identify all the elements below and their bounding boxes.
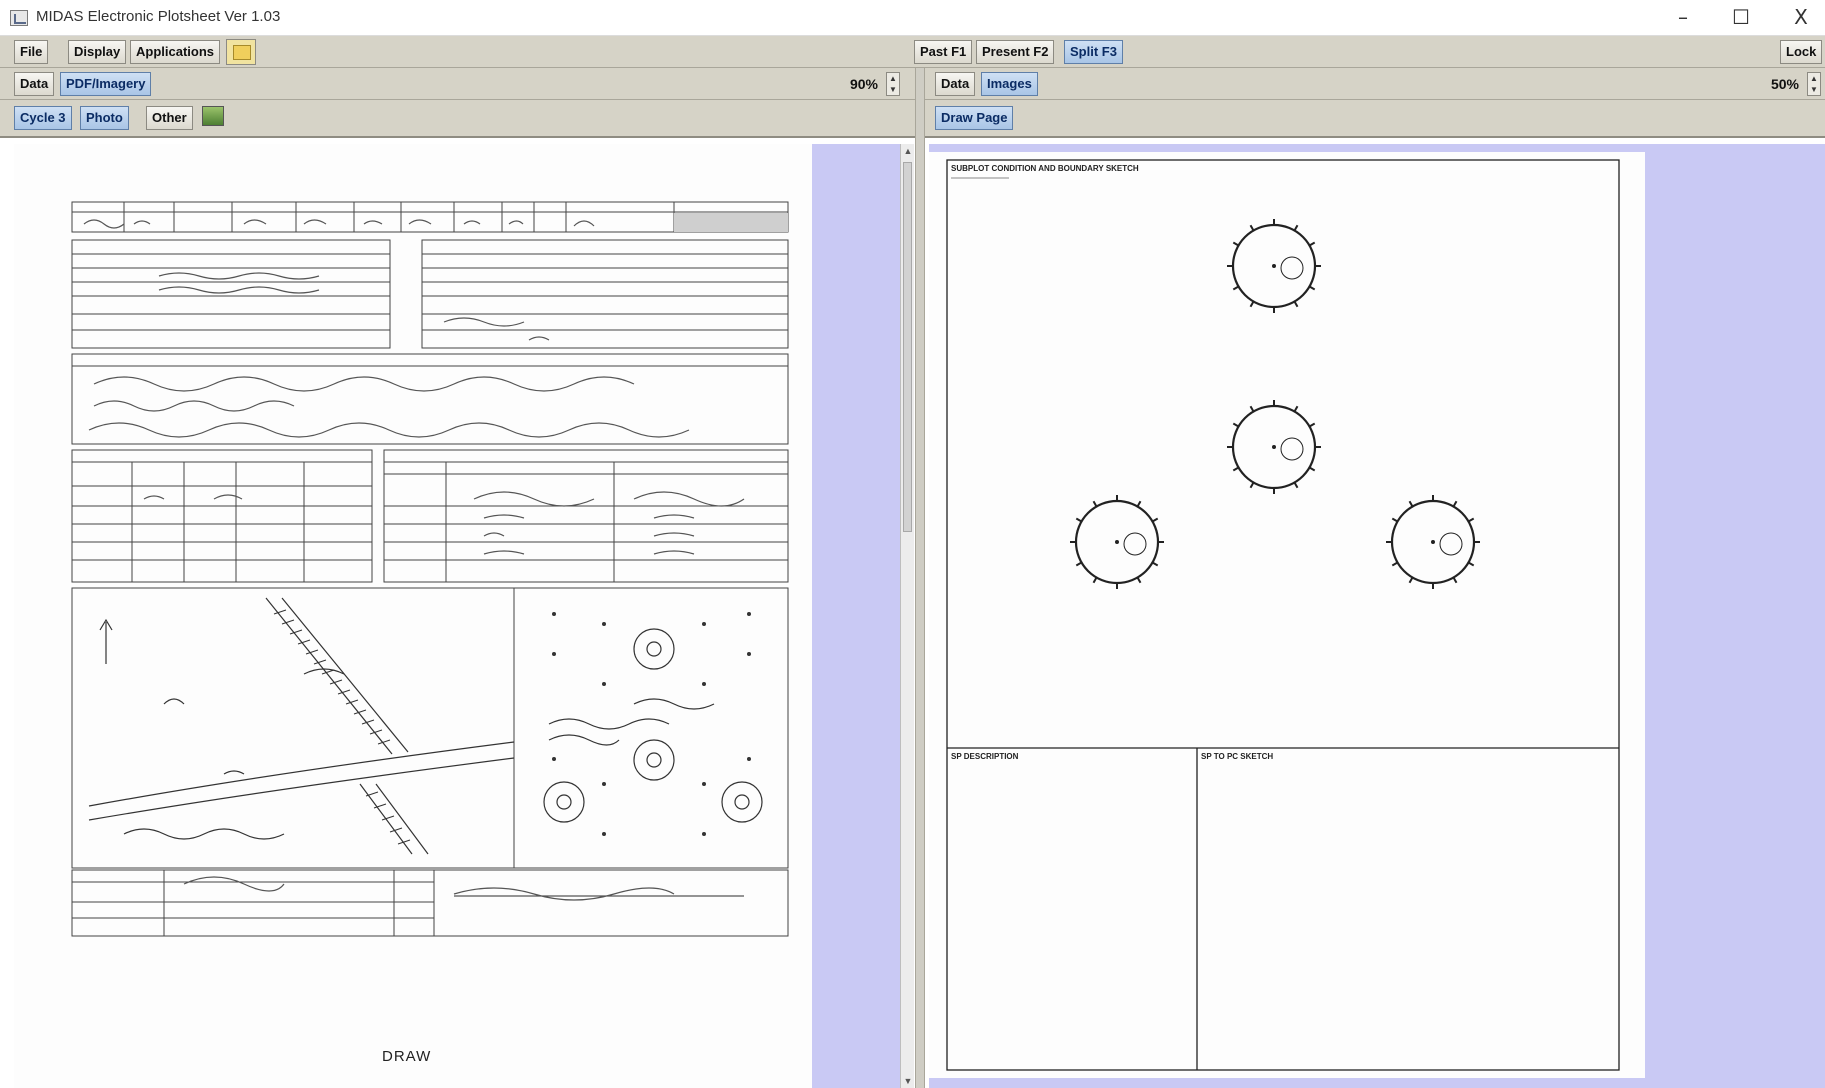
right-subtab-bar: Draw Page (925, 100, 1825, 138)
pdf-viewport[interactable]: DRAW (14, 144, 900, 1088)
subplot-tick (1152, 517, 1159, 523)
subplot-tick (1452, 500, 1458, 507)
scroll-down-arrow-icon[interactable]: ▼ (901, 1074, 915, 1088)
applications-menu[interactable]: Applications (130, 40, 221, 64)
minimize-button[interactable]: – (1660, 2, 1706, 32)
scanned-plotsheet: DRAW (14, 144, 812, 1088)
subplot-tick (1468, 517, 1475, 523)
sp-to-pc-sketch-label: SP TO PC SKETCH (1201, 752, 1274, 761)
present-f2-button[interactable]: Present F2 (976, 40, 1055, 64)
scroll-up-arrow-icon[interactable]: ▲ (901, 144, 915, 158)
tab-other[interactable]: Other (146, 106, 193, 130)
subplot-tick (1309, 422, 1316, 428)
right-tab-bar: Data Images 50% ▲ ▼ (925, 68, 1825, 100)
subplot-tick (1293, 224, 1299, 231)
subplot-tick (1075, 517, 1082, 523)
split-f3-button[interactable]: Split F3 (1064, 40, 1123, 64)
subplot-tick (1232, 285, 1239, 291)
subplot-tick (1232, 241, 1239, 247)
tab-cycle-3[interactable]: Cycle 3 (14, 106, 72, 130)
window-title: MIDAS Electronic Plotsheet Ver 1.03 (36, 8, 281, 25)
tab-photo[interactable]: Photo (80, 106, 129, 130)
split-divider[interactable] (915, 68, 925, 1088)
subplot-center-point (1431, 540, 1435, 544)
display-menu[interactable]: Display (68, 40, 127, 64)
microplot-circle (1123, 532, 1147, 556)
subplot-tick (1249, 405, 1255, 412)
subplot-center-point (1115, 540, 1119, 544)
zoom-spinner[interactable]: ▲ ▼ (886, 72, 900, 96)
left-vertical-scrollbar[interactable]: ▲ ▼ (900, 144, 914, 1088)
subplot-tick (1391, 517, 1398, 523)
subplot-tick (1075, 561, 1082, 567)
zoom-level-right[interactable]: 50% (1747, 73, 1803, 95)
subplot-tick (1092, 500, 1098, 507)
subplot-tick (1249, 224, 1255, 231)
left-tab-bar: Data PDF/Imagery 90% ▲ ▼ (0, 68, 915, 100)
lock-button[interactable]: Lock (1780, 40, 1823, 64)
subplot-tick (1309, 285, 1316, 291)
sheet-title: SUBPLOT CONDITION AND BOUNDARY SKETCH (951, 164, 1139, 173)
zoom-level[interactable]: 90% (826, 73, 882, 95)
subplot-tick (1249, 482, 1255, 489)
subplot-tick (1152, 561, 1159, 567)
tab-data[interactable]: Data (14, 72, 55, 96)
subplot-tick (1309, 241, 1316, 247)
subplot-tick (1468, 561, 1475, 567)
app-icon (10, 10, 28, 26)
file-menu[interactable]: File (14, 40, 49, 64)
scroll-thumb[interactable] (903, 162, 912, 532)
subplot-tick (1293, 482, 1299, 489)
subplot-center-point (1272, 445, 1276, 449)
zoom-spinner-right[interactable]: ▲ ▼ (1807, 72, 1821, 96)
subplot-tick (1293, 301, 1299, 308)
folder-icon[interactable] (226, 39, 256, 65)
subplot-tick (1136, 500, 1142, 507)
plotsheet-drawing (71, 201, 789, 937)
subplot-tick (1391, 561, 1398, 567)
menu-bar: File Display Applications Past F1 Presen… (0, 36, 1825, 68)
tab-data-right[interactable]: Data (935, 72, 976, 96)
microplot-circle (1280, 437, 1304, 461)
subplot-tick (1249, 301, 1255, 308)
microplot-circle (1439, 532, 1463, 556)
tab-draw-page[interactable]: Draw Page (935, 106, 1014, 130)
subplot-sketch-drawing (946, 159, 1620, 1071)
subplot-tick (1136, 577, 1142, 584)
left-subtab-bar: Cycle 3 Photo Other (0, 100, 915, 138)
close-button[interactable]: X (1778, 2, 1824, 32)
subplot-tick (1452, 577, 1458, 584)
document-footer-label: DRAW (382, 1048, 432, 1065)
draw-page-sheet: SUBPLOT CONDITION AND BOUNDARY SKETCH SP… (929, 152, 1645, 1078)
subplot-tick (1408, 577, 1414, 584)
subplot-tick (1309, 466, 1316, 472)
subplot-center-point (1272, 264, 1276, 268)
maximize-button[interactable]: ☐ (1718, 2, 1764, 32)
images-viewport[interactable]: SUBPLOT CONDITION AND BOUNDARY SKETCH SP… (929, 144, 1825, 1088)
title-bar: MIDAS Electronic Plotsheet Ver 1.03 – ☐ … (0, 0, 1825, 36)
tab-images[interactable]: Images (981, 72, 1038, 96)
subplot-tick (1293, 405, 1299, 412)
subplot-tick (1232, 466, 1239, 472)
sp-description-label: SP DESCRIPTION (951, 752, 1019, 761)
midas-window: MIDAS Electronic Plotsheet Ver 1.03 – ☐ … (0, 0, 1825, 1088)
tab-pdf-imagery[interactable]: PDF/Imagery (60, 72, 152, 96)
microplot-circle (1280, 256, 1304, 280)
image-icon[interactable] (202, 106, 224, 126)
subplot-tick (1408, 500, 1414, 507)
subplot-tick (1232, 422, 1239, 428)
subplot-tick (1092, 577, 1098, 584)
past-f1-button[interactable]: Past F1 (914, 40, 973, 64)
